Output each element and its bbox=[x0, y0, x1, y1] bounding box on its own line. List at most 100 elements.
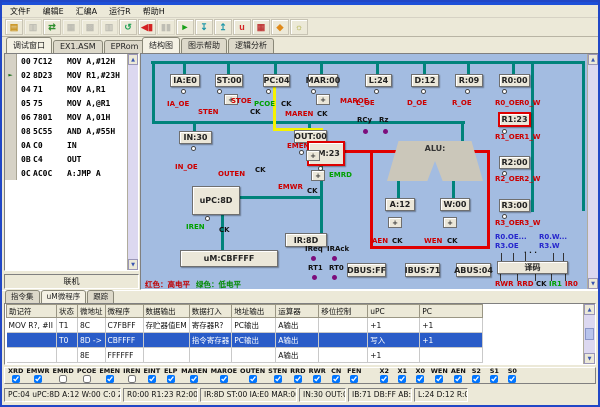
signal-checkbox-input[interactable] bbox=[12, 375, 20, 383]
scroll-up-icon[interactable]: ▲ bbox=[584, 304, 595, 315]
signal-checkbox[interactable]: EMEN bbox=[99, 368, 120, 383]
signal-checkbox-input[interactable] bbox=[294, 375, 302, 383]
signal-checkbox[interactable]: AEN bbox=[451, 368, 466, 383]
signal-checkbox-input[interactable] bbox=[490, 375, 498, 383]
toolbar-button[interactable]: ▤ bbox=[5, 19, 23, 35]
scroll-down-icon[interactable]: ▼ bbox=[584, 353, 595, 364]
signal-checkbox[interactable]: RWR bbox=[309, 368, 326, 383]
signal-checkbox[interactable]: FEN bbox=[347, 368, 362, 383]
debug-tab[interactable]: EX1.ASM bbox=[53, 40, 103, 53]
table-header-cell[interactable]: 运算器 bbox=[276, 305, 319, 318]
diagram-tab[interactable]: 图示帮助 bbox=[181, 38, 227, 53]
menu-item[interactable]: 文件F bbox=[4, 6, 37, 17]
toolbar-button[interactable]: ▥ bbox=[24, 19, 42, 35]
signal-checkbox[interactable]: WEN bbox=[431, 368, 448, 383]
toolbar-button[interactable]: ↺ bbox=[119, 19, 137, 35]
breakpoint-gutter[interactable]: ► bbox=[5, 138, 17, 152]
signal-checkbox-input[interactable] bbox=[416, 375, 424, 383]
scroll-up-icon[interactable]: ▲ bbox=[588, 54, 598, 65]
signal-checkbox[interactable]: IREN bbox=[123, 368, 140, 383]
code-line[interactable]: ► 06 7801 MOV A,01H bbox=[5, 110, 127, 124]
toolbar-button[interactable]: ▩ bbox=[81, 19, 99, 35]
signal-checkbox[interactable]: EINT bbox=[143, 368, 160, 383]
table-header-cell[interactable]: 数据输出 bbox=[143, 305, 189, 318]
scrollbar-thumb[interactable] bbox=[585, 328, 594, 340]
debug-tab[interactable]: 调试窗口 bbox=[6, 37, 52, 53]
signal-checkbox-input[interactable] bbox=[380, 375, 388, 383]
signal-checkbox-input[interactable] bbox=[106, 375, 114, 383]
breakpoint-gutter[interactable]: ► bbox=[5, 110, 17, 124]
signal-checkbox[interactable]: ELP bbox=[163, 368, 178, 383]
code-line[interactable]: ► 05 75 MOV A,@R1 bbox=[5, 96, 127, 110]
scroll-down-icon[interactable]: ▼ bbox=[128, 259, 138, 270]
signal-checkbox[interactable]: S1 bbox=[487, 368, 502, 383]
toolbar-button[interactable]: ↧ bbox=[195, 19, 213, 35]
signal-checkbox-input[interactable] bbox=[398, 375, 406, 383]
menu-item[interactable]: 运行R bbox=[103, 6, 137, 17]
breakpoint-gutter[interactable]: ► bbox=[5, 68, 17, 82]
toolbar-button[interactable]: u bbox=[233, 19, 251, 35]
code-line[interactable]: ► 04 71 MOV A,R1 bbox=[5, 82, 127, 96]
micro-tab[interactable]: 跟踪 bbox=[87, 290, 114, 303]
table-header-cell[interactable]: uPC bbox=[368, 305, 420, 318]
table-header-cell[interactable]: 数据打入 bbox=[189, 305, 232, 318]
signal-checkbox-input[interactable] bbox=[220, 375, 228, 383]
table-row[interactable]: MOV R?, #II T1 8C C7FBFF 存贮器值EM 寄存器R? PC… bbox=[7, 318, 483, 333]
toolbar-button[interactable]: ▦ bbox=[252, 19, 270, 35]
code-line[interactable]: ► 08 5C55 AND A,#55H bbox=[5, 124, 127, 138]
signal-checkbox-input[interactable] bbox=[190, 375, 198, 383]
breakpoint-gutter[interactable]: ► bbox=[5, 54, 17, 68]
scroll-up-icon[interactable]: ▲ bbox=[128, 54, 138, 65]
signal-checkbox[interactable]: RRD bbox=[290, 368, 305, 383]
micro-tab[interactable]: uM微程序 bbox=[41, 290, 87, 303]
signal-checkbox[interactable]: S0 bbox=[505, 368, 520, 383]
signal-checkbox[interactable]: X2 bbox=[377, 368, 392, 383]
menu-item[interactable]: 帮助H bbox=[137, 6, 171, 17]
signal-checkbox-input[interactable] bbox=[454, 375, 462, 383]
toolbar-button[interactable]: ► bbox=[176, 19, 194, 35]
signal-checkbox[interactable]: MAROE bbox=[211, 368, 237, 383]
diagram-tab[interactable]: 结构图 bbox=[142, 37, 180, 53]
menu-item[interactable]: 汇编A bbox=[70, 6, 103, 17]
toolbar-button[interactable]: ◀▮ bbox=[138, 19, 156, 35]
code-line[interactable]: ► 0C AC0C A:JMP A bbox=[5, 166, 127, 180]
table-row[interactable]: T0 8D -> CBFFFF 指令寄存器 PC输出 A输出 写入 +1 bbox=[7, 333, 483, 348]
signal-checkbox-input[interactable] bbox=[332, 375, 340, 383]
menu-item[interactable]: 编辑E bbox=[37, 6, 70, 17]
diagram-tab[interactable]: 逻辑分析 bbox=[228, 38, 274, 53]
code-line[interactable]: ► 00 7C12 MOV A,#12H bbox=[5, 54, 127, 68]
diagram-scrollbar[interactable]: ▲ ▼ bbox=[587, 54, 598, 289]
breakpoint-gutter[interactable]: ► bbox=[5, 166, 17, 180]
code-line[interactable]: ► 02 8D23 MOV R1,#23H bbox=[5, 68, 127, 82]
signal-checkbox[interactable]: EMRD bbox=[53, 368, 74, 383]
signal-checkbox-input[interactable] bbox=[350, 375, 358, 383]
table-row[interactable]: 8E FFFFFF A输出 +1 bbox=[7, 348, 483, 363]
scroll-down-icon[interactable]: ▼ bbox=[588, 278, 598, 289]
toolbar-button[interactable]: ▦ bbox=[62, 19, 80, 35]
signal-checkbox[interactable]: OUTEN bbox=[240, 368, 265, 383]
signal-checkbox-input[interactable] bbox=[59, 375, 67, 383]
breakpoint-gutter[interactable]: ► bbox=[5, 152, 17, 166]
table-header-cell[interactable]: 微程序 bbox=[105, 305, 143, 318]
signal-checkbox-input[interactable] bbox=[508, 375, 516, 383]
signal-checkbox-input[interactable] bbox=[313, 375, 321, 383]
table-header-cell[interactable]: 状态 bbox=[57, 305, 78, 318]
signal-checkbox-input[interactable] bbox=[34, 375, 42, 383]
signal-checkbox[interactable]: XRD bbox=[8, 368, 23, 383]
table-header-cell[interactable]: 移位控制 bbox=[319, 305, 368, 318]
signal-checkbox-input[interactable] bbox=[148, 375, 156, 383]
table-header-cell[interactable]: PC bbox=[420, 305, 483, 318]
breakpoint-gutter[interactable]: ► bbox=[5, 82, 17, 96]
signal-checkbox[interactable]: PCOE bbox=[77, 368, 97, 383]
signal-checkbox[interactable]: X1 bbox=[395, 368, 410, 383]
signal-checkbox-input[interactable] bbox=[167, 375, 175, 383]
signal-checkbox-input[interactable] bbox=[435, 375, 443, 383]
signal-checkbox[interactable]: MAREN bbox=[181, 368, 207, 383]
breakpoint-gutter[interactable]: ► bbox=[5, 96, 17, 110]
signal-checkbox[interactable]: S2 bbox=[469, 368, 484, 383]
signal-checkbox-input[interactable] bbox=[274, 375, 282, 383]
signal-checkbox-input[interactable] bbox=[83, 375, 91, 383]
table-scrollbar[interactable]: ▲ ▼ bbox=[583, 304, 595, 364]
table-header-cell[interactable]: 微地址 bbox=[78, 305, 106, 318]
toolbar-button[interactable]: ☼ bbox=[290, 19, 308, 35]
